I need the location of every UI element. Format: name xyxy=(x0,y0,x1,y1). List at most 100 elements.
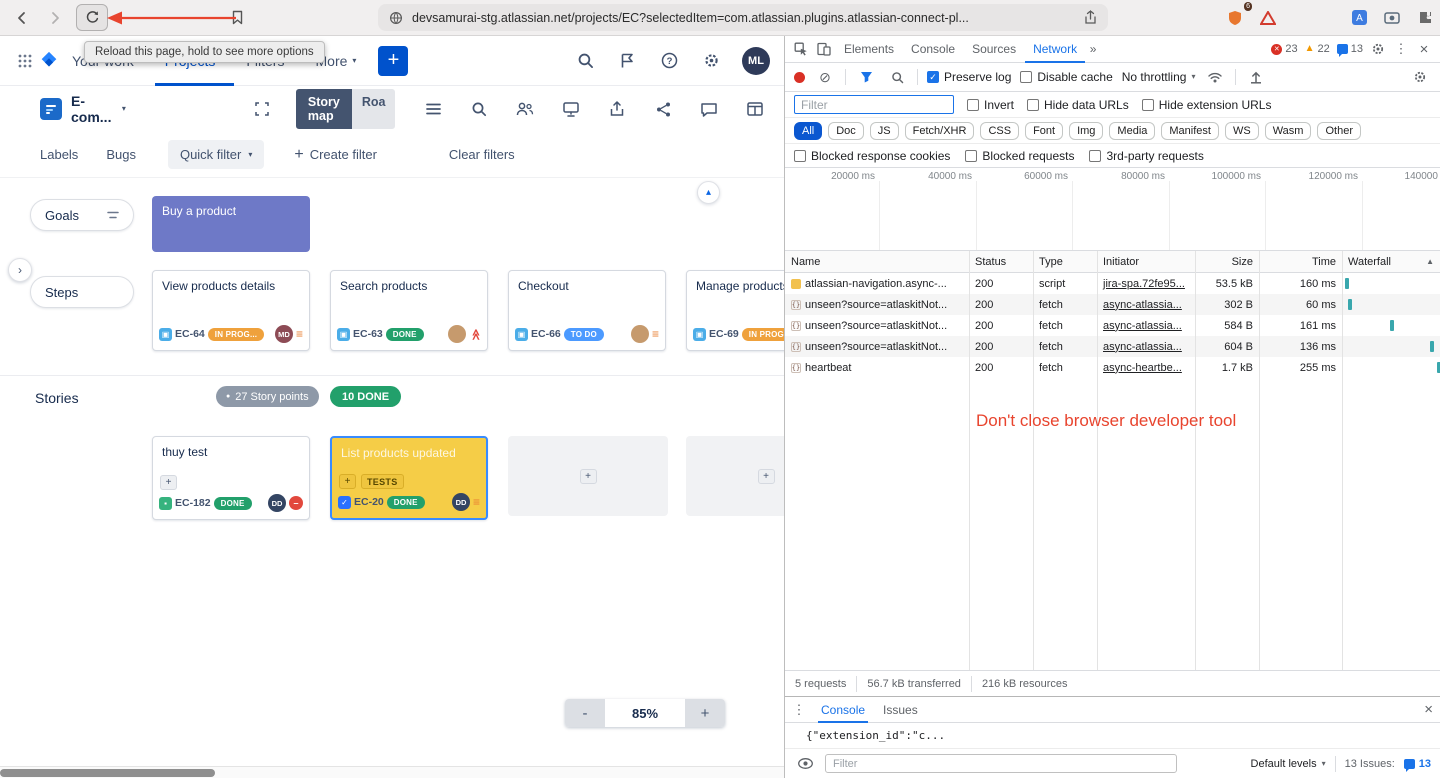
filter-chip-media[interactable]: Media xyxy=(1109,122,1155,140)
forward-button[interactable] xyxy=(43,6,67,30)
console-log-line[interactable]: {"extension_id":"c... xyxy=(785,723,1440,749)
tab-console[interactable]: Console xyxy=(903,36,963,63)
goal-card[interactable]: Buy a product xyxy=(152,196,310,252)
network-filter-input[interactable] xyxy=(794,95,954,114)
hide-data-urls-checkbox[interactable]: Hide data URLs xyxy=(1027,98,1129,112)
column-divider[interactable] xyxy=(1195,251,1196,670)
expand-sidebar-button[interactable]: › xyxy=(8,258,32,282)
error-count-badge[interactable]: ✕23 xyxy=(1271,43,1297,55)
disable-cache-checkbox[interactable]: Disable cache xyxy=(1020,70,1112,84)
filter-bugs[interactable]: Bugs xyxy=(106,147,136,162)
network-conditions-icon[interactable] xyxy=(1204,66,1226,88)
assignee-avatar[interactable] xyxy=(631,325,649,343)
column-header-waterfall[interactable]: Waterfall▲ xyxy=(1342,256,1440,268)
blocked-cookies-checkbox[interactable]: Blocked response cookies xyxy=(794,149,950,163)
comment-icon[interactable] xyxy=(698,98,720,120)
chevron-down-icon[interactable]: ▾ xyxy=(122,105,126,113)
fullscreen-icon[interactable] xyxy=(251,98,273,120)
blocked-requests-checkbox[interactable]: Blocked requests xyxy=(965,149,1074,163)
tab-network[interactable]: Network xyxy=(1025,36,1085,63)
filter-chip-img[interactable]: Img xyxy=(1069,122,1103,140)
filter-chip-manifest[interactable]: Manifest xyxy=(1161,122,1219,140)
present-icon[interactable] xyxy=(560,98,582,120)
filter-chip-all[interactable]: All xyxy=(794,122,822,140)
column-divider[interactable] xyxy=(1259,251,1260,670)
create-filter-button[interactable]: +Create filter xyxy=(294,146,377,164)
column-header-initiator[interactable]: Initiator xyxy=(1097,256,1195,268)
preserve-log-checkbox[interactable]: ✓Preserve log xyxy=(927,70,1011,84)
console-filter-input[interactable] xyxy=(825,754,1177,773)
story-card[interactable]: thuy test + ▪ EC-182 DONE DD – xyxy=(152,436,310,520)
view-settings-icon[interactable] xyxy=(422,98,444,120)
devtools-menu-icon[interactable]: ⋮ xyxy=(1390,38,1412,60)
checked-checkbox-icon[interactable]: ✓ xyxy=(338,496,351,509)
steps-row-header[interactable]: Steps xyxy=(30,276,134,308)
drawer-tab-issues[interactable]: Issues xyxy=(880,697,921,723)
scrollbar-thumb[interactable] xyxy=(0,769,215,777)
help-icon[interactable]: ? xyxy=(658,50,680,72)
request-initiator-link[interactable]: async-atlassia... xyxy=(1103,320,1182,332)
column-header-time[interactable]: Time xyxy=(1259,256,1342,268)
site-settings-icon[interactable] xyxy=(388,6,404,30)
import-har-icon[interactable] xyxy=(1245,66,1267,88)
people-icon[interactable] xyxy=(514,98,536,120)
warning-count-badge[interactable]: ▲22 xyxy=(1305,43,1330,55)
throttling-select[interactable]: No throttling▾ xyxy=(1122,70,1196,84)
assignee-avatar[interactable] xyxy=(448,325,466,343)
url-text[interactable]: devsamurai-stg.atlassian.net/projects/EC… xyxy=(412,11,1074,25)
request-initiator-link[interactable]: jira-spa.72fe95... xyxy=(1103,278,1185,290)
log-levels-select[interactable]: Default levels▾ xyxy=(1251,758,1326,770)
step-card[interactable]: Manage products ▣ EC-69 IN PROG... xyxy=(686,270,784,351)
label-chip[interactable]: TESTS xyxy=(361,474,404,489)
issues-counter[interactable]: 13 xyxy=(1404,758,1431,770)
column-header-name[interactable]: Name xyxy=(785,256,969,268)
filter-chip-other[interactable]: Other xyxy=(1317,122,1361,140)
filter-chip-ws[interactable]: WS xyxy=(1225,122,1259,140)
tab-elements[interactable]: Elements xyxy=(836,36,902,63)
project-avatar[interactable] xyxy=(40,98,62,120)
story-card-selected[interactable]: List products updated + TESTS ✓ EC-20 DO… xyxy=(330,436,488,520)
clear-network-icon[interactable]: ⊘ xyxy=(814,66,836,88)
record-button[interactable] xyxy=(794,72,805,83)
add-story-placeholder[interactable]: + xyxy=(686,436,784,516)
tab-sources[interactable]: Sources xyxy=(964,36,1024,63)
filter-funnel-icon[interactable] xyxy=(855,66,877,88)
add-label-button[interactable]: + xyxy=(339,474,356,489)
add-label-button[interactable]: + xyxy=(160,475,177,490)
column-divider[interactable] xyxy=(969,251,970,670)
story-map-toggle[interactable]: Story map xyxy=(296,89,352,129)
extensions-puzzle-icon[interactable] xyxy=(1413,6,1437,30)
request-initiator-link[interactable]: async-atlassia... xyxy=(1103,299,1182,311)
board-view-icon[interactable] xyxy=(744,98,766,120)
quick-filter-dropdown[interactable]: Quick filter▾ xyxy=(168,140,264,169)
issues-count-badge[interactable]: 13 xyxy=(1337,43,1363,55)
eye-icon[interactable] xyxy=(794,753,816,775)
column-header-type[interactable]: Type xyxy=(1033,256,1097,268)
third-party-checkbox[interactable]: 3rd-party requests xyxy=(1089,149,1203,163)
app-switcher-icon[interactable] xyxy=(14,50,36,72)
zoom-in-button[interactable]: + xyxy=(685,699,725,727)
export-icon[interactable] xyxy=(606,98,628,120)
add-story-placeholder[interactable]: + xyxy=(508,436,668,516)
extension-shield-icon[interactable]: 6 xyxy=(1223,6,1247,30)
translate-extension-icon[interactable]: A xyxy=(1347,6,1371,30)
roadmap-toggle[interactable]: Roa xyxy=(352,89,395,129)
devtools-settings-icon[interactable] xyxy=(1367,38,1389,60)
column-divider[interactable] xyxy=(1342,251,1343,670)
user-avatar[interactable]: ML xyxy=(742,47,770,75)
request-initiator-link[interactable]: async-atlassia... xyxy=(1103,341,1182,353)
settings-gear-icon[interactable] xyxy=(700,50,722,72)
capture-extension-icon[interactable] xyxy=(1380,6,1404,30)
column-header-status[interactable]: Status xyxy=(969,256,1033,268)
hide-extension-urls-checkbox[interactable]: Hide extension URLs xyxy=(1142,98,1272,112)
assignee-avatar[interactable]: MD xyxy=(275,325,293,343)
network-overview-timeline[interactable]: 20000 ms 40000 ms 60000 ms 80000 ms 1000… xyxy=(785,168,1440,251)
step-card[interactable]: Checkout ▣ EC-66 TO DO ≡ xyxy=(508,270,666,351)
filter-chip-fetch[interactable]: Fetch/XHR xyxy=(905,122,975,140)
create-issue-button[interactable]: + xyxy=(378,46,408,76)
assignee-avatar[interactable]: DD xyxy=(452,493,470,511)
drawer-close-icon[interactable]: × xyxy=(1424,701,1433,718)
search-icon[interactable] xyxy=(574,50,596,72)
request-initiator-link[interactable]: async-heartbe... xyxy=(1103,362,1182,374)
column-divider[interactable] xyxy=(1033,251,1034,670)
